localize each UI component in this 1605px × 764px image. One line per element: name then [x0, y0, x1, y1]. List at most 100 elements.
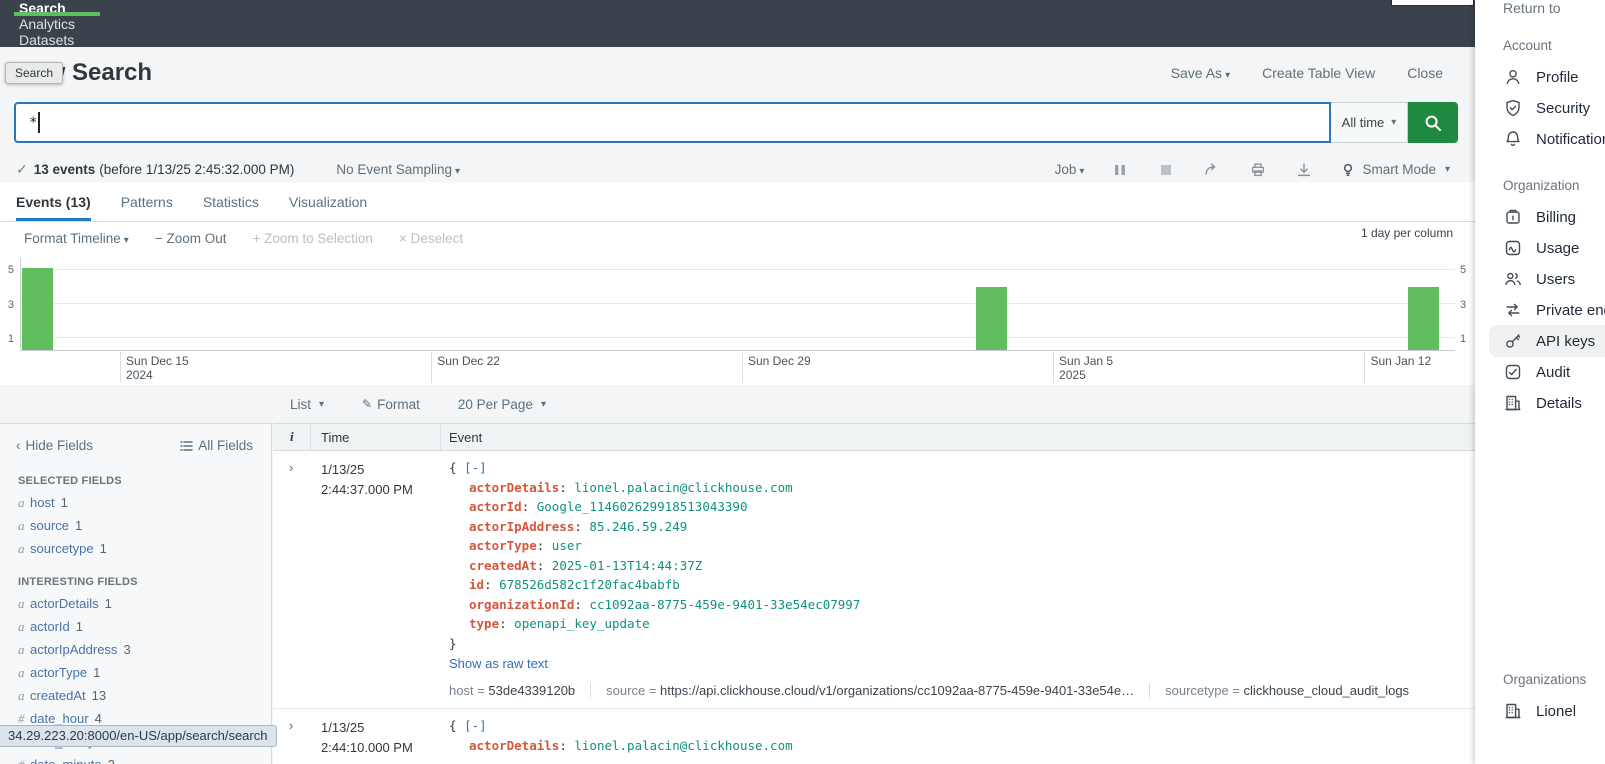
menu-item[interactable]: Users	[1503, 268, 1605, 290]
event-histogram[interactable]	[20, 258, 1455, 351]
field-item[interactable]: aactorId1	[18, 615, 271, 638]
collapse-json-link[interactable]: [-]	[464, 718, 487, 733]
field-item[interactable]: aactorDetails1	[18, 592, 271, 615]
collapse-json-link[interactable]: [-]	[464, 460, 487, 475]
timeline-control[interactable]: − Zoom Out	[155, 231, 227, 246]
field-item[interactable]: ahost1	[18, 491, 271, 514]
timeline-control[interactable]: + Zoom to Selection	[252, 231, 372, 246]
field-item[interactable]: asourcetype1	[18, 537, 271, 560]
hide-fields-button[interactable]: ‹Hide Fields	[16, 438, 93, 453]
search-app-page: New Search Search Save As▾Create Table V…	[0, 47, 1475, 764]
menu-item[interactable]: Notifications	[1503, 128, 1605, 150]
fields-sidebar: ‹Hide Fields All Fields SELECTED FIELDS …	[0, 423, 272, 764]
event-time: 1/13/25 2:44:10.000 PM	[311, 709, 441, 764]
lightbulb-icon	[1340, 162, 1356, 178]
event-footer-field[interactable]: host = 53de4339120b	[449, 683, 590, 698]
chevron-left-icon: ‹	[16, 438, 21, 453]
building-icon	[1503, 393, 1523, 413]
return-link[interactable]: Return to	[1503, 0, 1561, 16]
nav-item[interactable]: Datasets	[0, 32, 114, 48]
cloud-console-menu: Return to Account ProfileSecurityNotific…	[1475, 0, 1605, 764]
header-action-button[interactable]: Save As▾	[1171, 65, 1230, 81]
histogram-bar[interactable]	[976, 287, 1007, 350]
events-count: 13 events	[34, 162, 96, 177]
all-fields-button[interactable]: All Fields	[180, 438, 253, 453]
timeline-section: Format Timeline▾ − Zoom Out + Zoom to Sele…	[0, 222, 1475, 385]
field-item[interactable]: aactorType1	[18, 661, 271, 684]
event-footer-field[interactable]: sourcetype = clickhouse_cloud_audit_logs	[1149, 683, 1424, 698]
person-icon	[1503, 67, 1523, 87]
histogram-bar[interactable]	[1408, 287, 1439, 350]
chevron-down-icon: ▾	[541, 399, 546, 410]
events-table: i Time Event › 1/13/25 2:44:37.000 PM { …	[273, 423, 1475, 764]
field-item[interactable]: asource1	[18, 514, 271, 537]
menu-item[interactable]: Usage	[1503, 237, 1605, 259]
y-axis-left: 135	[0, 258, 16, 351]
results-tabs: Events (13) Patterns Statistics Visualizati…	[0, 182, 1475, 222]
header-action-button[interactable]: Create Table View	[1262, 65, 1375, 81]
x-tick-label: Sun Jan 52025	[1059, 354, 1113, 382]
json-field: organizationId: cc1092aa-8775-459e-9401-…	[449, 595, 1465, 615]
show-raw-text-link[interactable]: Show as raw text	[449, 656, 548, 671]
bell-icon	[1503, 129, 1523, 149]
results-tab[interactable]: Statistics	[203, 194, 259, 221]
format-button[interactable]: ✎Format	[362, 397, 420, 412]
organization-section-header: Organization	[1503, 178, 1605, 193]
menu-item[interactable]: Audit	[1503, 361, 1605, 383]
gridline	[21, 303, 1455, 304]
share-icon[interactable]	[1202, 160, 1222, 180]
menu-item[interactable]: Security	[1503, 97, 1605, 119]
interesting-fields-header: INTERESTING FIELDS	[18, 576, 271, 588]
results-tab[interactable]: Events (13)	[16, 194, 91, 221]
audit-icon	[1503, 362, 1523, 382]
chevron-down-icon: ▾	[455, 166, 460, 177]
stop-icon[interactable]	[1156, 160, 1176, 180]
event-footer-field[interactable]: source = https://api.clickhouse.cloud/v1…	[590, 683, 1149, 698]
search-input[interactable]: *	[14, 102, 1331, 143]
field-item[interactable]: aactorIpAddress3	[18, 638, 271, 661]
menu-item[interactable]: Lionel	[1503, 700, 1605, 722]
event-sampling-dropdown[interactable]: No Event Sampling▾	[336, 162, 460, 177]
search-button[interactable]	[1408, 102, 1458, 143]
header-action-button[interactable]: Close	[1407, 65, 1443, 81]
gridline	[21, 269, 1455, 270]
expand-row-icon[interactable]: ›	[273, 451, 311, 708]
job-menu[interactable]: Job▾	[1055, 162, 1085, 177]
x-tick-label: Sun Dec 22	[437, 354, 500, 368]
timeline-control[interactable]: × Deselect	[399, 231, 463, 246]
per-page-dropdown[interactable]: 20 Per Page▾	[458, 397, 546, 412]
print-icon[interactable]	[1248, 160, 1268, 180]
timeline-control[interactable]: Format Timeline▾	[24, 231, 129, 246]
field-type-icon: a	[18, 688, 30, 704]
histogram-bar[interactable]	[22, 268, 53, 350]
nav-item[interactable]: Search	[0, 0, 114, 16]
results-tab[interactable]: Patterns	[121, 194, 173, 221]
results-tab[interactable]: Visualization	[289, 194, 367, 221]
events-detail: (before 1/13/25 2:45:32.000 PM)	[99, 162, 294, 177]
field-item[interactable]: #date_minute2	[18, 753, 271, 764]
menu-item[interactable]: Private endpoints	[1503, 299, 1605, 321]
menu-item[interactable]: Profile	[1503, 66, 1605, 88]
field-item[interactable]: acreatedAt13	[18, 684, 271, 707]
results-controls: List▾ ✎Format 20 Per Page▾	[290, 385, 546, 423]
arrows-icon	[1503, 300, 1523, 320]
organizations-section-header: Organizations	[1503, 672, 1605, 687]
field-type-icon: a	[18, 642, 30, 658]
event-row: › 1/13/25 2:44:10.000 PM { [-] actorDeta…	[273, 709, 1475, 764]
menu-item[interactable]: Details	[1503, 392, 1605, 414]
json-field: id: 678526d582c1f20fac4babfb	[449, 575, 1465, 595]
menu-item[interactable]: Billing	[1503, 206, 1605, 228]
x-tick-label: Sun Dec 29	[748, 354, 811, 368]
field-type-icon: #	[18, 757, 30, 764]
field-type-icon: a	[18, 596, 30, 612]
expand-row-icon[interactable]: ›	[273, 709, 311, 764]
export-icon[interactable]	[1294, 160, 1314, 180]
time-range-picker[interactable]: All time ▾	[1331, 102, 1408, 143]
y-tick-label: 1	[8, 333, 14, 345]
search-mode-dropdown[interactable]: Smart Mode ▾	[1340, 162, 1450, 178]
pause-icon[interactable]	[1110, 160, 1130, 180]
nav-item[interactable]: Analytics	[0, 16, 114, 32]
gridline	[21, 337, 1455, 338]
view-mode-dropdown[interactable]: List▾	[290, 397, 324, 412]
menu-item[interactable]: API keys	[1503, 330, 1605, 352]
